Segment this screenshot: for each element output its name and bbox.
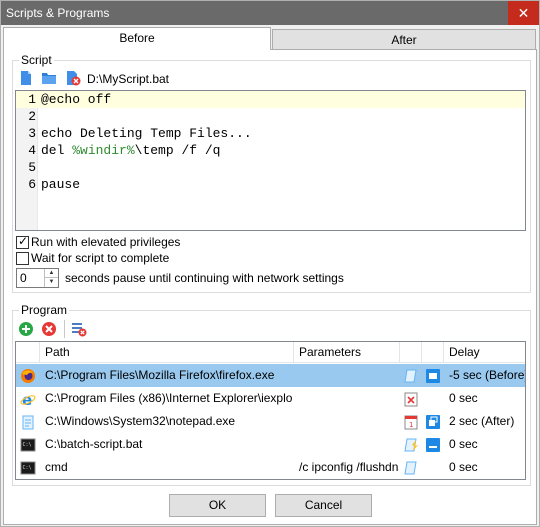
remove-file-icon[interactable] — [65, 70, 81, 86]
run-elevated-label[interactable]: Run with elevated privileges — [31, 235, 180, 249]
program-row[interactable]: C:\Windows\System32\notepad.exe 1 2 sec (A… — [16, 410, 525, 433]
icon-column-header — [16, 342, 40, 363]
window-normal-icon — [425, 368, 441, 384]
add-program-icon[interactable] — [18, 321, 34, 337]
program-group-label: Program — [21, 303, 68, 317]
parameters-column-header[interactable]: Parameters — [294, 342, 400, 363]
program-list-header: Path Parameters Delay — [16, 342, 525, 363]
line-number: 6 — [28, 177, 36, 192]
remove-program-icon[interactable] — [41, 321, 57, 337]
code-text: pause — [41, 177, 81, 192]
svg-text:1: 1 — [409, 421, 413, 429]
internet-explorer-icon: e — [20, 391, 36, 409]
script-group-label: Script — [21, 53, 52, 67]
line-code[interactable]: del %windir%\temp /f /q — [41, 142, 220, 159]
tab-before[interactable]: Before — [3, 27, 271, 50]
path-column-header[interactable]: Path — [40, 342, 294, 363]
code-variable: %windir% — [72, 143, 135, 158]
close-button[interactable]: ✕ — [508, 1, 539, 25]
program-row[interactable]: C:\Program Files\Mozilla Firefox\firefox… — [16, 364, 525, 387]
run-mode-column-header — [400, 342, 422, 363]
run-normal-icon — [403, 460, 419, 476]
program-row[interactable]: C:\ cmd/c ipconfig /flushdns 0 sec — [16, 456, 525, 479]
run-normal-icon — [403, 368, 419, 384]
run-elevated-checkbox[interactable] — [16, 234, 29, 249]
code-text: \temp /f /q — [134, 143, 221, 158]
code-line[interactable]: 3 echo Deleting Temp Files... — [16, 125, 525, 142]
code-text: @echo off — [41, 92, 112, 107]
pause-seconds-label: seconds pause until continuing with netw… — [65, 271, 344, 285]
notepad-icon — [20, 414, 36, 430]
script-editor[interactable]: 1 @echo off 2 3 echo Deleting Temp Files... 4… — [15, 90, 526, 231]
program-parameters: /c ipconfig /flushdns — [299, 460, 399, 474]
new-file-icon[interactable] — [18, 70, 34, 86]
terminal-icon: C:\ — [20, 460, 36, 476]
line-number: 2 — [28, 109, 36, 124]
line-number: 5 — [28, 160, 36, 175]
title-bar: Scripts & Programs ✕ — [1, 1, 539, 25]
program-delay: 0 sec — [449, 460, 478, 474]
open-folder-icon[interactable] — [41, 70, 57, 86]
cancel-button[interactable]: Cancel — [275, 494, 372, 517]
program-delay: 0 sec — [449, 391, 478, 405]
pause-seconds-spinner[interactable]: 0 ▲ ▼ — [16, 268, 59, 288]
program-parameters — [299, 387, 399, 410]
program-parameters — [299, 433, 399, 456]
firefox-icon — [20, 368, 36, 384]
clear-list-icon[interactable] — [71, 321, 87, 337]
code-line[interactable]: 1 @echo off — [16, 91, 525, 108]
line-code[interactable]: echo Deleting Temp Files... — [41, 125, 252, 142]
program-delay: -5 sec (Before) — [449, 368, 525, 382]
pause-seconds-value[interactable]: 0 — [20, 271, 27, 285]
code-text: del — [41, 143, 73, 158]
wait-complete-label[interactable]: Wait for script to complete — [31, 251, 169, 265]
line-code[interactable]: pause — [41, 176, 80, 193]
line-number: 3 — [28, 126, 36, 141]
window-minimize-icon — [425, 437, 441, 453]
program-row[interactable]: e C:\Program Files (x86)\Internet Explore… — [16, 387, 525, 410]
window-column-header — [422, 342, 444, 363]
calendar-icon: 1 — [403, 414, 419, 430]
program-parameters — [299, 364, 399, 387]
terminal-icon: C:\ — [20, 437, 36, 453]
code-line[interactable]: 6 pause — [16, 176, 525, 193]
program-path: C:\Program Files (x86)\Internet Explorer… — [45, 391, 293, 405]
delay-column-header[interactable]: Delay — [444, 342, 525, 363]
code-line[interactable]: 4 del %windir%\temp /f /q — [16, 142, 525, 159]
code-line[interactable]: 2 — [16, 108, 525, 125]
line-number: 4 — [28, 143, 36, 158]
close-doc-icon — [403, 391, 419, 407]
window-restore-icon — [425, 414, 441, 430]
wait-complete-checkbox[interactable] — [16, 252, 29, 265]
scripts-programs-dialog: Scripts & Programs ✕ Before After Script… — [0, 0, 540, 527]
ok-button[interactable]: OK — [169, 494, 266, 517]
program-path: C:\batch-script.bat — [45, 437, 143, 451]
code-line[interactable]: 5 — [16, 159, 525, 176]
window-title: Scripts & Programs — [6, 6, 110, 20]
program-row[interactable]: C:\ C:\batch-script.bat 0 sec — [16, 433, 525, 456]
line-code[interactable]: @echo off — [41, 91, 111, 108]
line-number: 1 — [28, 92, 36, 107]
spinner-up-button[interactable]: ▲ — [45, 269, 58, 278]
program-delay: 0 sec — [449, 437, 478, 451]
svg-text:C:\: C:\ — [23, 442, 32, 448]
toolbar-divider — [64, 320, 65, 338]
program-list[interactable]: Path Parameters Delay C:\Program Files\M… — [15, 341, 526, 480]
program-path: cmd — [45, 460, 68, 474]
tab-after[interactable]: After — [272, 29, 536, 50]
program-path: C:\Windows\System32\notepad.exe — [45, 414, 236, 428]
svg-text:C:\: C:\ — [23, 465, 32, 471]
program-parameters — [299, 410, 399, 433]
code-text: echo Deleting Temp Files... — [41, 126, 252, 141]
program-path: C:\Program Files\Mozilla Firefox\firefox… — [45, 368, 275, 382]
spinner-down-button[interactable]: ▼ — [45, 278, 58, 287]
run-admin-icon — [403, 437, 419, 453]
program-delay: 2 sec (After) — [449, 414, 515, 428]
script-file-path: D:\MyScript.bat — [87, 72, 170, 86]
